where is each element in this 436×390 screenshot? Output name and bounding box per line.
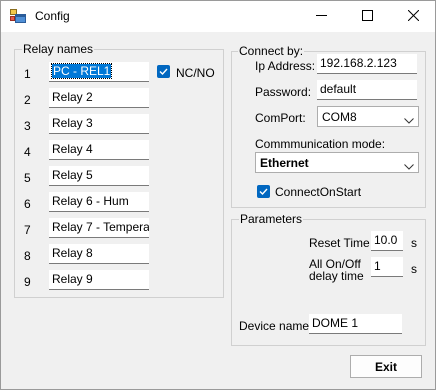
relay-1-input[interactable]: PC - REL1 (49, 62, 149, 82)
delay-time-unit: s (411, 262, 417, 276)
relay-7-input[interactable]: Relay 7 - Temperatu (49, 218, 149, 238)
comport-label: ComPort: (255, 111, 306, 125)
device-name-input[interactable]: DOME 1 (309, 314, 402, 334)
chevron-down-icon (404, 113, 414, 127)
exit-button[interactable]: Exit (350, 355, 422, 378)
relay-5-input[interactable]: Relay 5 (49, 166, 149, 186)
connect-on-start-label: ConnectOnStart (275, 185, 362, 199)
reset-time-input[interactable]: 10.0 (371, 231, 403, 251)
relay-number-6: 6 (24, 197, 31, 211)
reset-time-unit: s (411, 236, 417, 250)
connect-by-legend: Connect by: (238, 44, 305, 58)
checkmark-icon (159, 68, 168, 76)
relay-2-input[interactable]: Relay 2 (49, 88, 149, 108)
relay-number-5: 5 (24, 171, 31, 185)
relay-number-4: 4 (24, 145, 31, 159)
delay-time-label-line2: delay time (309, 269, 364, 283)
relay-number-9: 9 (24, 275, 31, 289)
relay-number-7: 7 (24, 223, 31, 237)
ip-address-input[interactable]: 192.168.2.123 (317, 54, 417, 74)
ncno-checkbox[interactable] (157, 65, 170, 78)
ncno-label: NC/NO (176, 66, 215, 80)
communication-mode-value: Ethernet (260, 156, 309, 170)
close-icon (407, 9, 419, 24)
reset-time-label: Reset Time (309, 236, 370, 250)
window-title: Config (35, 9, 70, 23)
relay-number-8: 8 (24, 249, 31, 263)
minimize-button[interactable] (298, 1, 344, 32)
relay-names-legend: Relay names (22, 42, 95, 56)
relay-3-input[interactable]: Relay 3 (49, 114, 149, 134)
app-windows-icon (10, 9, 26, 23)
maximize-icon (361, 9, 373, 24)
parameters-legend: Parameters (239, 212, 304, 226)
delay-time-input[interactable]: 1 (371, 257, 403, 277)
relay-8-input[interactable]: Relay 8 (49, 244, 149, 264)
comport-select[interactable]: COM8 (317, 106, 419, 127)
relay-1-value: PC - REL1 (50, 63, 113, 79)
relay-number-2: 2 (24, 93, 31, 107)
ip-address-label: Ip Address: (255, 59, 316, 73)
relay-9-input[interactable]: Relay 9 (49, 270, 149, 290)
checkmark-icon (259, 188, 268, 196)
relay-4-input[interactable]: Relay 4 (49, 140, 149, 160)
title-bar[interactable]: Config (1, 1, 435, 32)
relay-number-3: 3 (24, 119, 31, 133)
maximize-button[interactable] (344, 1, 390, 32)
communication-mode-select[interactable]: Ethernet (255, 152, 419, 173)
device-name-label: Device name (239, 319, 310, 333)
password-label: Password: (255, 85, 312, 99)
chevron-down-icon (404, 159, 414, 173)
relay-number-1: 1 (24, 67, 31, 81)
password-input[interactable]: default (317, 80, 417, 100)
communication-mode-label: Commmunication mode: (255, 137, 386, 151)
relay-6-input[interactable]: Relay 6 - Hum (49, 192, 149, 212)
minimize-icon (315, 10, 327, 24)
connect-on-start-checkbox[interactable] (257, 185, 270, 198)
close-button[interactable] (390, 1, 436, 32)
config-window: Config Relay names 1 PC - REL1 NC/NO 2 R… (0, 0, 436, 390)
comport-value: COM8 (322, 110, 357, 124)
